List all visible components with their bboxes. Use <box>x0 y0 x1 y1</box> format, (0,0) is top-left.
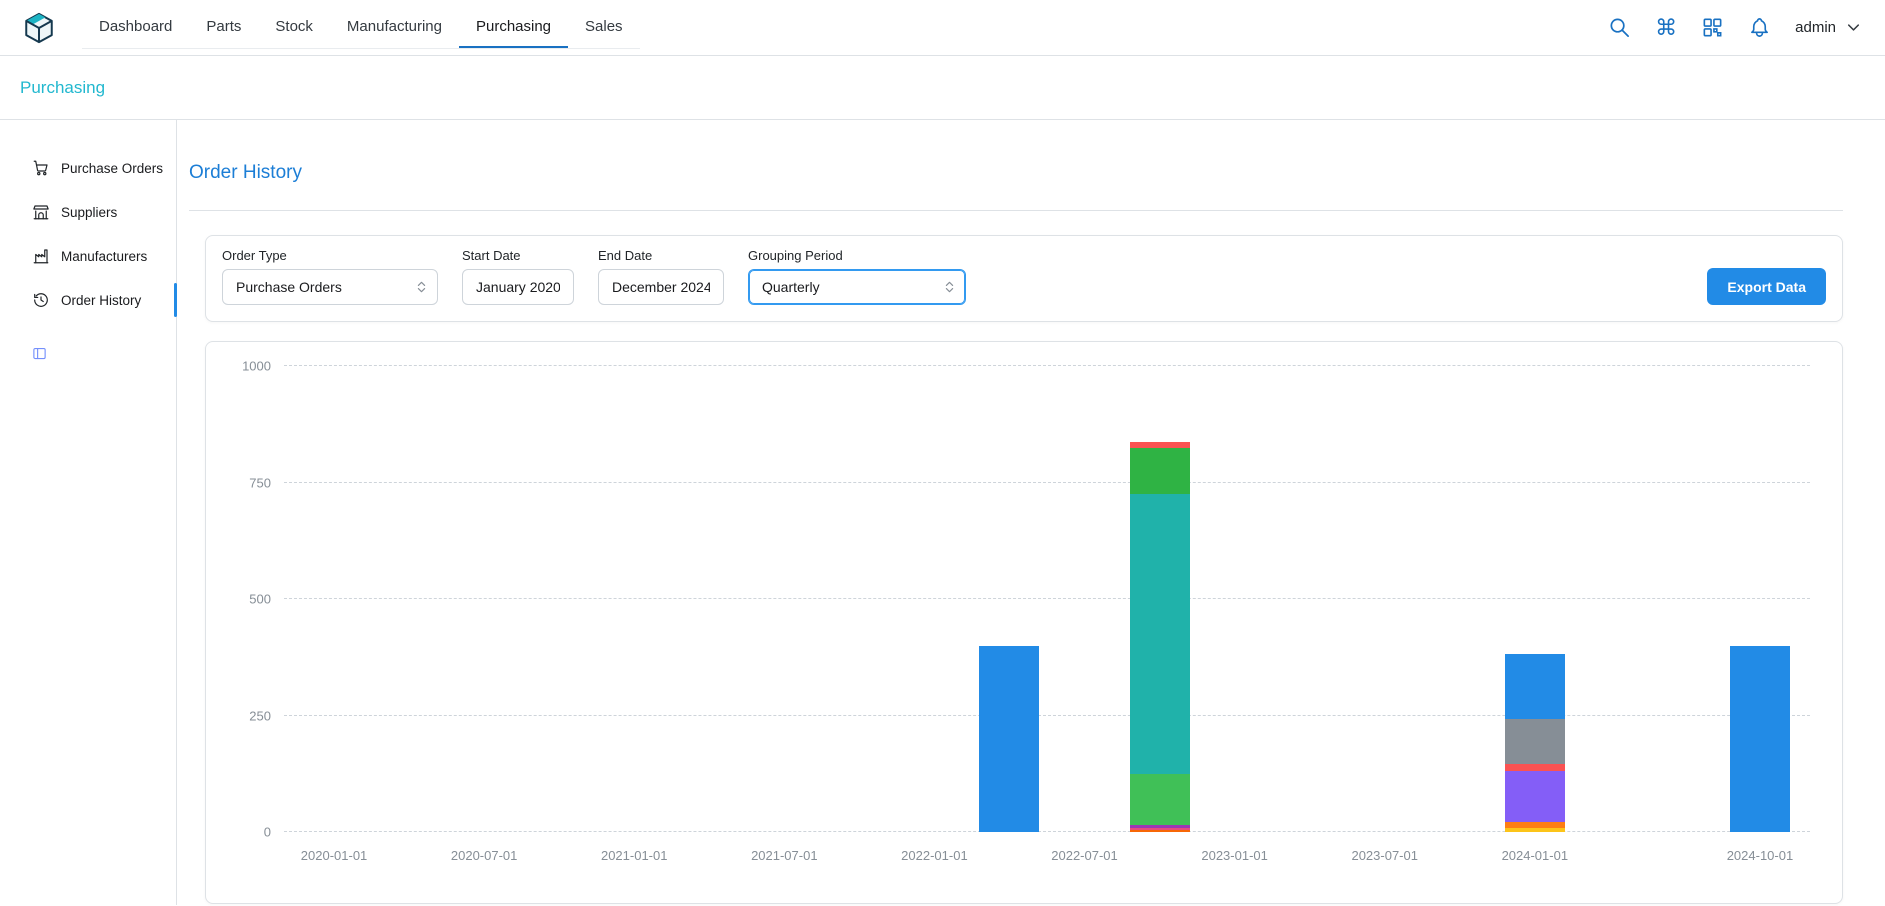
tab-stock[interactable]: Stock <box>258 7 330 48</box>
chevron-down-icon <box>1844 18 1863 37</box>
stacked-bar-2022-04-01[interactable] <box>979 366 1039 832</box>
factory-icon <box>32 247 50 265</box>
grouping-period-value: Quarterly <box>762 279 820 295</box>
bar-segment[interactable] <box>1505 654 1565 719</box>
main-nav-tabs: Dashboard Parts Stock Manufacturing Purc… <box>82 7 640 49</box>
gridline <box>284 365 1810 366</box>
grouping-period-field: Grouping Period Quarterly <box>748 248 966 305</box>
start-date-field: Start Date <box>462 248 574 305</box>
x-axis-tick-label: 2022-07-01 <box>1051 848 1118 863</box>
tab-parts[interactable]: Parts <box>189 7 258 48</box>
search-icon[interactable] <box>1608 16 1631 39</box>
grouping-period-label: Grouping Period <box>748 248 966 263</box>
x-axis-tick-label: 2022-01-01 <box>901 848 968 863</box>
gridline <box>284 715 1810 716</box>
sidebar-item-label: Manufacturers <box>61 249 147 264</box>
user-menu[interactable]: admin <box>1795 18 1863 37</box>
y-axis-tick-label: 500 <box>249 592 271 607</box>
top-navbar: Dashboard Parts Stock Manufacturing Purc… <box>0 0 1885 56</box>
x-axis-tick-label: 2021-01-01 <box>601 848 668 863</box>
purchasing-sidebar: Purchase Orders Suppliers Manufacturers <box>0 120 177 905</box>
order-history-panel: Order History Order Type Purchase Orders… <box>177 120 1885 905</box>
bar-segment[interactable] <box>1130 494 1190 774</box>
x-axis-tick-label: 2020-07-01 <box>451 848 518 863</box>
bar-segment[interactable] <box>1130 774 1190 825</box>
sidebar-item-label: Suppliers <box>61 205 117 220</box>
stacked-bar-2024-10-01[interactable] <box>1730 366 1790 832</box>
x-axis-tick-label: 2024-01-01 <box>1502 848 1569 863</box>
y-axis-tick-label: 750 <box>249 475 271 490</box>
bar-segment[interactable] <box>1505 719 1565 764</box>
history-icon <box>32 291 50 309</box>
tab-manufacturing[interactable]: Manufacturing <box>330 7 459 48</box>
bar-segment[interactable] <box>1505 771 1565 821</box>
shopping-cart-icon <box>32 159 50 177</box>
grouping-period-select[interactable]: Quarterly <box>748 269 966 305</box>
chart-plot: 025050075010002020-01-012020-07-012021-0… <box>284 366 1810 832</box>
username-label: admin <box>1795 19 1836 36</box>
order-type-select[interactable]: Purchase Orders <box>222 269 438 305</box>
qr-scan-icon[interactable] <box>1701 16 1724 39</box>
bar-segment[interactable] <box>1130 448 1190 495</box>
stacked-bar-2024-01-01[interactable] <box>1505 366 1565 832</box>
notifications-bell-icon[interactable] <box>1748 16 1771 39</box>
select-updown-icon <box>942 280 957 295</box>
building-store-icon <box>32 203 50 221</box>
page-content: Purchase Orders Suppliers Manufacturers <box>0 120 1885 905</box>
end-date-field: End Date <box>598 248 724 305</box>
title-divider <box>189 210 1843 211</box>
gridline <box>284 482 1810 483</box>
tab-sales[interactable]: Sales <box>568 7 640 48</box>
x-axis-tick-label: 2024-10-01 <box>1727 848 1794 863</box>
bar-segment[interactable] <box>1130 830 1190 832</box>
bar-segment[interactable] <box>1505 828 1565 832</box>
end-date-input[interactable] <box>598 269 724 305</box>
x-axis-tick-label: 2023-07-01 <box>1351 848 1418 863</box>
sidebar-item-order-history[interactable]: Order History <box>0 278 176 322</box>
x-axis-tick-label: 2020-01-01 <box>301 848 368 863</box>
y-axis-tick-label: 0 <box>264 825 271 840</box>
sidebar-item-purchase-orders[interactable]: Purchase Orders <box>0 146 176 190</box>
sidebar-item-suppliers[interactable]: Suppliers <box>0 190 176 234</box>
order-type-field: Order Type Purchase Orders <box>222 248 438 305</box>
select-updown-icon <box>414 280 429 295</box>
filter-card: Order Type Purchase Orders Start Date <box>205 235 1843 322</box>
export-data-button[interactable]: Export Data <box>1707 268 1826 305</box>
order-type-label: Order Type <box>222 248 438 263</box>
page-title: Order History <box>189 162 1843 184</box>
y-axis-tick-label: 1000 <box>242 359 271 374</box>
sidebar-item-manufacturers[interactable]: Manufacturers <box>0 234 176 278</box>
sidebar-item-label: Purchase Orders <box>61 161 163 176</box>
gridline <box>284 598 1810 599</box>
x-axis-tick-label: 2023-01-01 <box>1201 848 1268 863</box>
breadcrumb[interactable]: Purchasing <box>20 78 105 98</box>
sidebar-collapse-icon[interactable] <box>32 346 47 361</box>
gridline <box>284 831 1810 832</box>
command-palette-icon[interactable]: ⌘ <box>1655 17 1677 39</box>
sidebar-item-label: Order History <box>61 293 141 308</box>
app-logo[interactable] <box>22 11 56 45</box>
y-axis-tick-label: 250 <box>249 708 271 723</box>
order-history-chart: 0 250 500 750 1000 2020-01-01 2020-07-01 2021-0… <box>205 341 1843 904</box>
order-type-value: Purchase Orders <box>236 279 342 295</box>
x-axis-tick-label: 2021-07-01 <box>751 848 818 863</box>
start-date-input[interactable] <box>462 269 574 305</box>
breadcrumb-bar: Purchasing <box>0 56 1885 120</box>
bar-segment[interactable] <box>1505 764 1565 771</box>
end-date-label: End Date <box>598 248 724 263</box>
hexagon-package-icon <box>22 11 56 45</box>
start-date-label: Start Date <box>462 248 574 263</box>
bar-segment[interactable] <box>979 646 1039 832</box>
bar-segment[interactable] <box>1730 646 1790 832</box>
stacked-bar-2022-10-01[interactable] <box>1130 366 1190 832</box>
tab-dashboard[interactable]: Dashboard <box>82 7 189 48</box>
tab-purchasing[interactable]: Purchasing <box>459 7 568 48</box>
navbar-actions: ⌘ admin <box>1608 16 1863 39</box>
